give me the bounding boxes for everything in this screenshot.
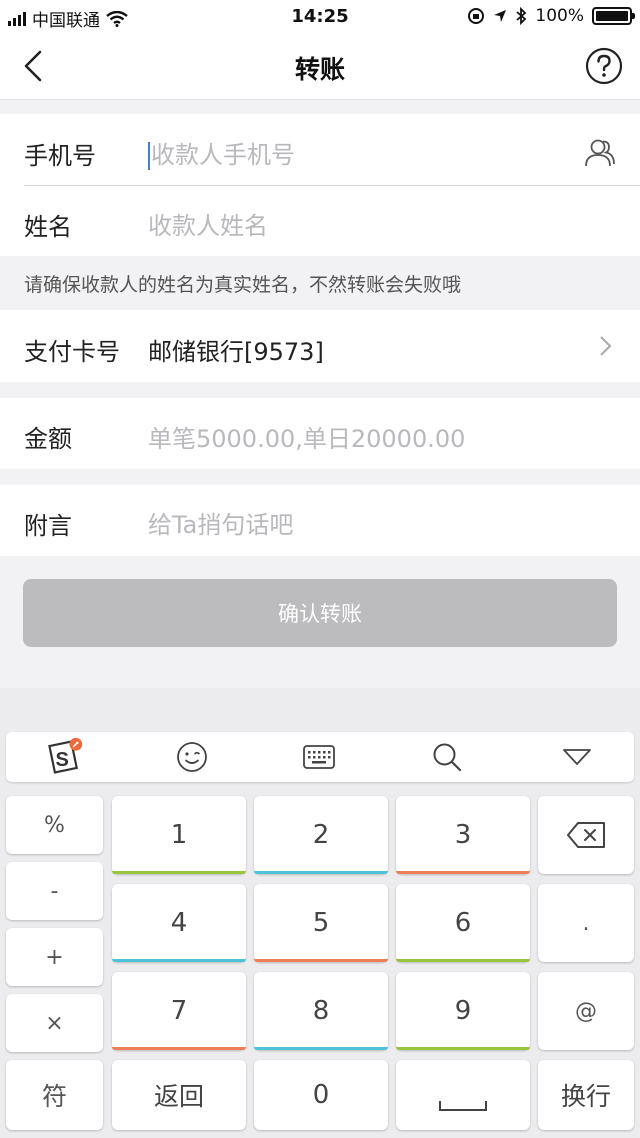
help-button[interactable]	[584, 46, 624, 86]
phone-row: 手机号 收款人手机号 姓名 收款人姓名	[0, 114, 640, 256]
key-plus[interactable]: +	[6, 928, 103, 986]
contacts-icon[interactable]	[582, 138, 616, 168]
key-2[interactable]: 2	[254, 796, 388, 874]
key-label: 8	[312, 996, 330, 1026]
key-multiply[interactable]: ×	[6, 994, 103, 1052]
key-accent	[112, 1047, 246, 1050]
key-percent[interactable]: %	[6, 796, 103, 854]
search-icon[interactable]	[427, 737, 467, 777]
key-accent	[396, 1047, 530, 1050]
key-7[interactable]: 7	[112, 972, 246, 1050]
amount-input[interactable]: 单笔5000.00,单日20000.00	[148, 419, 465, 454]
chevron-right-icon	[600, 336, 612, 356]
key-0[interactable]: 0	[254, 1060, 388, 1130]
status-right: 100%	[467, 6, 635, 26]
key-label: 9	[454, 996, 472, 1026]
key-1[interactable]: 1	[112, 796, 246, 874]
key-label: 2	[312, 820, 330, 850]
key-space[interactable]	[396, 1060, 530, 1130]
text-cursor	[148, 142, 150, 170]
space-bar-icon	[439, 1101, 487, 1111]
key-9[interactable]: 9	[396, 972, 530, 1050]
phone-input[interactable]: 收款人手机号	[148, 135, 295, 170]
name-label: 姓名	[24, 213, 72, 241]
key-newline[interactable]: 换行	[538, 1060, 634, 1130]
keyboard: S % - + × 符 1 2 3 4 5 6 7 8 9 返回 0 . @ 换…	[0, 688, 640, 1138]
collapse-icon[interactable]	[557, 737, 597, 777]
key-accent	[254, 959, 388, 962]
note-row: 附言 给Ta捎句话吧	[0, 485, 640, 556]
note-input[interactable]: 给Ta捎句话吧	[148, 505, 293, 540]
card-label: 支付卡号	[24, 338, 120, 366]
key-3[interactable]: 3	[396, 796, 530, 874]
key-label: 7	[170, 996, 188, 1026]
backspace-key[interactable]	[538, 796, 634, 874]
phone-label: 手机号	[24, 142, 96, 170]
key-label: 1	[170, 820, 188, 850]
sogou-logo-icon[interactable]: S	[44, 737, 84, 777]
row-divider	[24, 185, 640, 186]
key-return[interactable]: 返回	[112, 1060, 246, 1130]
key-6[interactable]: 6	[396, 884, 530, 962]
amount-label: 金额	[24, 425, 72, 453]
key-label: 6	[454, 908, 472, 938]
key-label: 5	[312, 908, 330, 938]
key-at[interactable]: @	[538, 972, 634, 1050]
key-label: 3	[454, 820, 472, 850]
page-title: 转账	[294, 55, 345, 84]
backspace-icon	[567, 822, 605, 848]
key-dot[interactable]: .	[538, 884, 634, 962]
note-label: 附言	[24, 512, 72, 540]
key-symbols[interactable]: 符	[6, 1060, 103, 1130]
battery-percent: 100%	[535, 6, 584, 26]
name-hint: 请确保收款人的姓名为真实姓名，不然转账会失败哦	[24, 274, 462, 296]
key-label: 4	[170, 908, 188, 938]
key-accent	[396, 959, 530, 962]
name-input[interactable]: 收款人姓名	[148, 206, 268, 241]
key-5[interactable]: 5	[254, 884, 388, 962]
confirm-transfer-button[interactable]: 确认转账	[23, 579, 617, 647]
card-value: 邮储银行[9573]	[148, 338, 324, 366]
key-accent	[112, 871, 246, 874]
key-accent	[396, 871, 530, 874]
location-icon	[494, 10, 507, 22]
battery-icon	[592, 7, 635, 25]
rotation-lock-icon	[468, 8, 485, 24]
key-8[interactable]: 8	[254, 972, 388, 1050]
nav-bar: 转账	[0, 34, 640, 100]
key-minus[interactable]: -	[6, 862, 103, 920]
keyboard-icon[interactable]	[299, 737, 339, 777]
key-accent	[254, 1047, 388, 1050]
amount-row: 金额 单笔5000.00,单日20000.00	[0, 398, 640, 469]
card-row[interactable]: 支付卡号 邮储银行[9573]	[0, 310, 640, 382]
status-bar: 中国联通 14:25 100%	[0, 0, 640, 34]
key-4[interactable]: 4	[112, 884, 246, 962]
key-accent	[112, 959, 246, 962]
key-accent	[254, 871, 388, 874]
bluetooth-icon	[516, 7, 527, 25]
emoji-icon[interactable]	[172, 737, 212, 777]
phone-placeholder: 收款人手机号	[151, 141, 295, 169]
keyboard-toolbar: S	[6, 732, 634, 782]
svg-text:S: S	[56, 749, 69, 771]
